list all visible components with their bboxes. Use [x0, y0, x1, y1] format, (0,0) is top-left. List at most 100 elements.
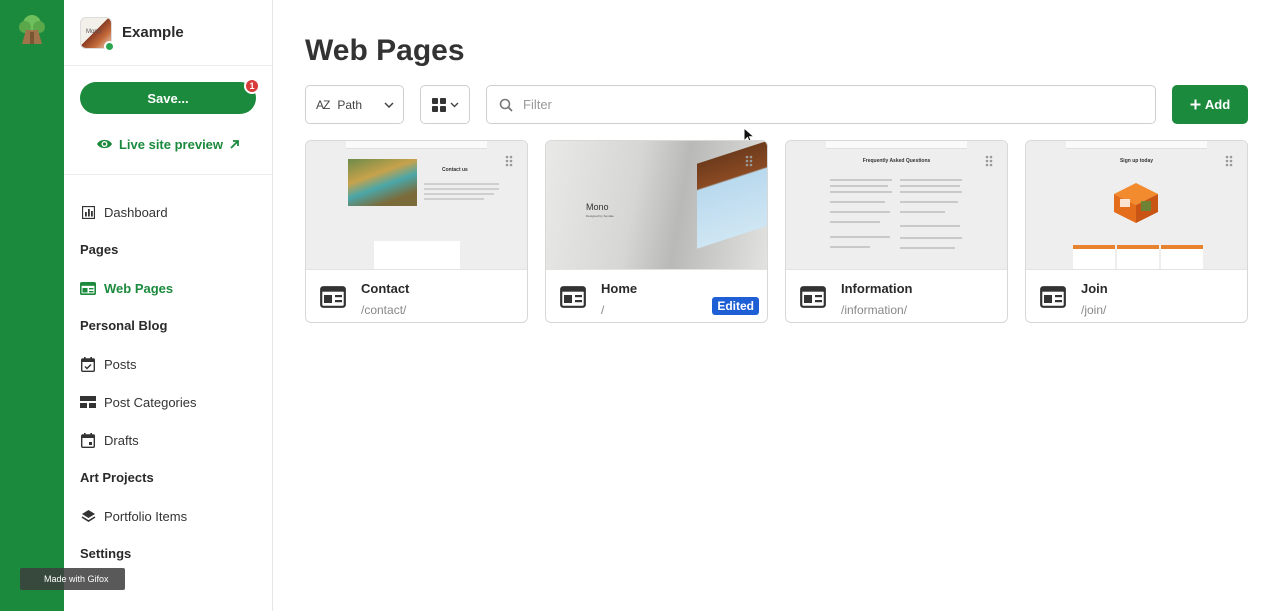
- external-arrow-icon: [230, 139, 239, 149]
- page-path: /join/: [1081, 303, 1107, 317]
- sidebar-item-label: Drafts: [104, 432, 139, 448]
- plus-icon: [1190, 99, 1201, 110]
- dashboard-icon: [80, 204, 96, 220]
- add-page-button[interactable]: Add: [1172, 85, 1248, 124]
- thumbnail-plan-card: [1161, 245, 1203, 269]
- site-status-check-icon: [104, 40, 115, 52]
- site-thumbnail: Mono: [80, 16, 115, 52]
- thumbnail-subheading: Designed by Sundae: [586, 214, 614, 218]
- page-thumbnail: Mono Designed by Sundae: [546, 141, 767, 270]
- thumbnail-browser-bar: [826, 141, 967, 149]
- site-header[interactable]: Mono Example: [64, 0, 272, 66]
- page-card-info: Information /information/: [786, 270, 1007, 322]
- gifox-watermark: Made with Gifox: [20, 568, 125, 590]
- thumbnail-text-line: [900, 191, 962, 193]
- page-thumbnail: Sign up today: [1026, 141, 1247, 270]
- thumbnail-text-line: [424, 193, 494, 195]
- thumbnail-text-line: [900, 237, 962, 239]
- sidebar: Mono Example Save... 1 Live site preview…: [64, 0, 273, 611]
- sidebar-nav: Dashboard Pages Web Pages Personal Blog …: [64, 175, 272, 573]
- web-page-icon: [1040, 286, 1066, 308]
- layers-icon: [80, 508, 96, 524]
- site-name: Example: [122, 24, 184, 41]
- thumbnail-illustration: [1114, 183, 1158, 223]
- page-card-info: Contact /contact/: [306, 270, 527, 322]
- live-site-preview-link[interactable]: Live site preview: [64, 134, 272, 154]
- thumbnail-text-line: [830, 179, 892, 181]
- add-label: Add: [1204, 97, 1231, 112]
- thumbnail-window-image: [697, 141, 767, 249]
- sidebar-item-label: Dashboard: [104, 204, 168, 220]
- page-card-information[interactable]: Frequently Asked Questions Information /…: [785, 140, 1008, 323]
- thumbnail-heading: Sign up today: [1119, 158, 1154, 164]
- page-path: /contact/: [361, 303, 407, 317]
- sort-label: Path: [337, 97, 363, 112]
- thumbnail-text-line: [830, 185, 888, 187]
- web-page-icon: [80, 280, 96, 296]
- thumbnail-text-line: [830, 211, 890, 213]
- sidebar-item-label: Posts: [104, 356, 137, 372]
- nav-group-pages: Pages: [80, 242, 119, 257]
- thumbnail-text-line: [900, 211, 945, 213]
- thumbnail-text-line: [900, 225, 960, 227]
- thumbnail-form: [374, 241, 460, 269]
- page-thumbnail: Frequently Asked Questions: [786, 141, 1007, 270]
- chevron-down-icon: [384, 101, 394, 108]
- drag-handle-icon[interactable]: [745, 155, 753, 167]
- categories-icon: [80, 394, 96, 410]
- nav-group-art-projects: Art Projects: [80, 470, 154, 485]
- filter-field[interactable]: [486, 85, 1156, 124]
- search-icon: [499, 98, 513, 112]
- thumbnail-image: [348, 159, 417, 206]
- save-area: Save... 1: [80, 78, 260, 114]
- drag-handle-icon[interactable]: [1225, 155, 1233, 167]
- drag-handle-icon[interactable]: [505, 155, 513, 167]
- page-thumbnail: Contact us: [306, 141, 527, 270]
- page-path: /information/: [841, 303, 908, 317]
- sidebar-item-label: Post Categories: [104, 394, 197, 410]
- sidebar-item-web-pages[interactable]: Web Pages: [64, 269, 272, 307]
- live-site-preview-label: Live site preview: [118, 136, 224, 152]
- web-page-icon: [320, 286, 346, 308]
- toolbar: AZ Path Add: [305, 85, 1248, 125]
- thumbnail-heading: Frequently Asked Questions: [862, 158, 931, 164]
- sidebar-item-drafts[interactable]: Drafts: [64, 421, 272, 459]
- sidebar-item-post-categories[interactable]: Post Categories: [64, 383, 272, 421]
- thumbnail-text-line: [424, 198, 484, 200]
- page-card-home[interactable]: Mono Designed by Sundae Home / Edited: [545, 140, 768, 323]
- sidebar-item-dashboard[interactable]: Dashboard: [64, 193, 272, 231]
- eye-icon: [96, 139, 112, 149]
- sidebar-item-portfolio-items[interactable]: Portfolio Items: [64, 497, 272, 535]
- thumbnail-heading: Mono: [586, 202, 609, 212]
- view-mode-dropdown[interactable]: [420, 85, 470, 124]
- page-card-join[interactable]: Sign up today Join /join/: [1025, 140, 1248, 323]
- page-path: /: [601, 303, 605, 317]
- nav-group-personal-blog: Personal Blog: [80, 318, 168, 333]
- page-card-contact[interactable]: Contact us Contact /contact/: [305, 140, 528, 323]
- thumbnail-text-line: [900, 179, 962, 181]
- thumbnail-text-line: [424, 183, 499, 185]
- page-name: Home: [601, 281, 638, 296]
- page-card-info: Home / Edited: [546, 270, 767, 322]
- filter-input[interactable]: [523, 97, 1123, 112]
- sort-dropdown[interactable]: AZ Path: [305, 85, 404, 124]
- app-logo-icon[interactable]: [16, 14, 48, 44]
- page-card-info: Join /join/: [1026, 270, 1247, 322]
- thumbnail-text-line: [830, 221, 880, 223]
- thumbnail-text-line: [900, 247, 955, 249]
- thumbnail-browser-bar: [1066, 141, 1207, 149]
- calendar-icon: [80, 432, 96, 448]
- sidebar-item-posts[interactable]: Posts: [64, 345, 272, 383]
- web-page-icon: [560, 286, 586, 308]
- calendar-check-icon: [80, 356, 96, 372]
- drag-handle-icon[interactable]: [985, 155, 993, 167]
- save-button[interactable]: Save...: [80, 82, 256, 114]
- thumbnail-text-line: [830, 201, 885, 203]
- main-content: Web Pages AZ Path Add Contact us: [273, 0, 1277, 611]
- unsaved-count-badge: 1: [244, 78, 260, 94]
- sidebar-item-label: Portfolio Items: [104, 508, 188, 524]
- thumbnail-text-line: [900, 185, 960, 187]
- page-name: Contact: [361, 281, 410, 296]
- grid-icon: [431, 97, 446, 112]
- thumbnail-text-line: [830, 246, 870, 248]
